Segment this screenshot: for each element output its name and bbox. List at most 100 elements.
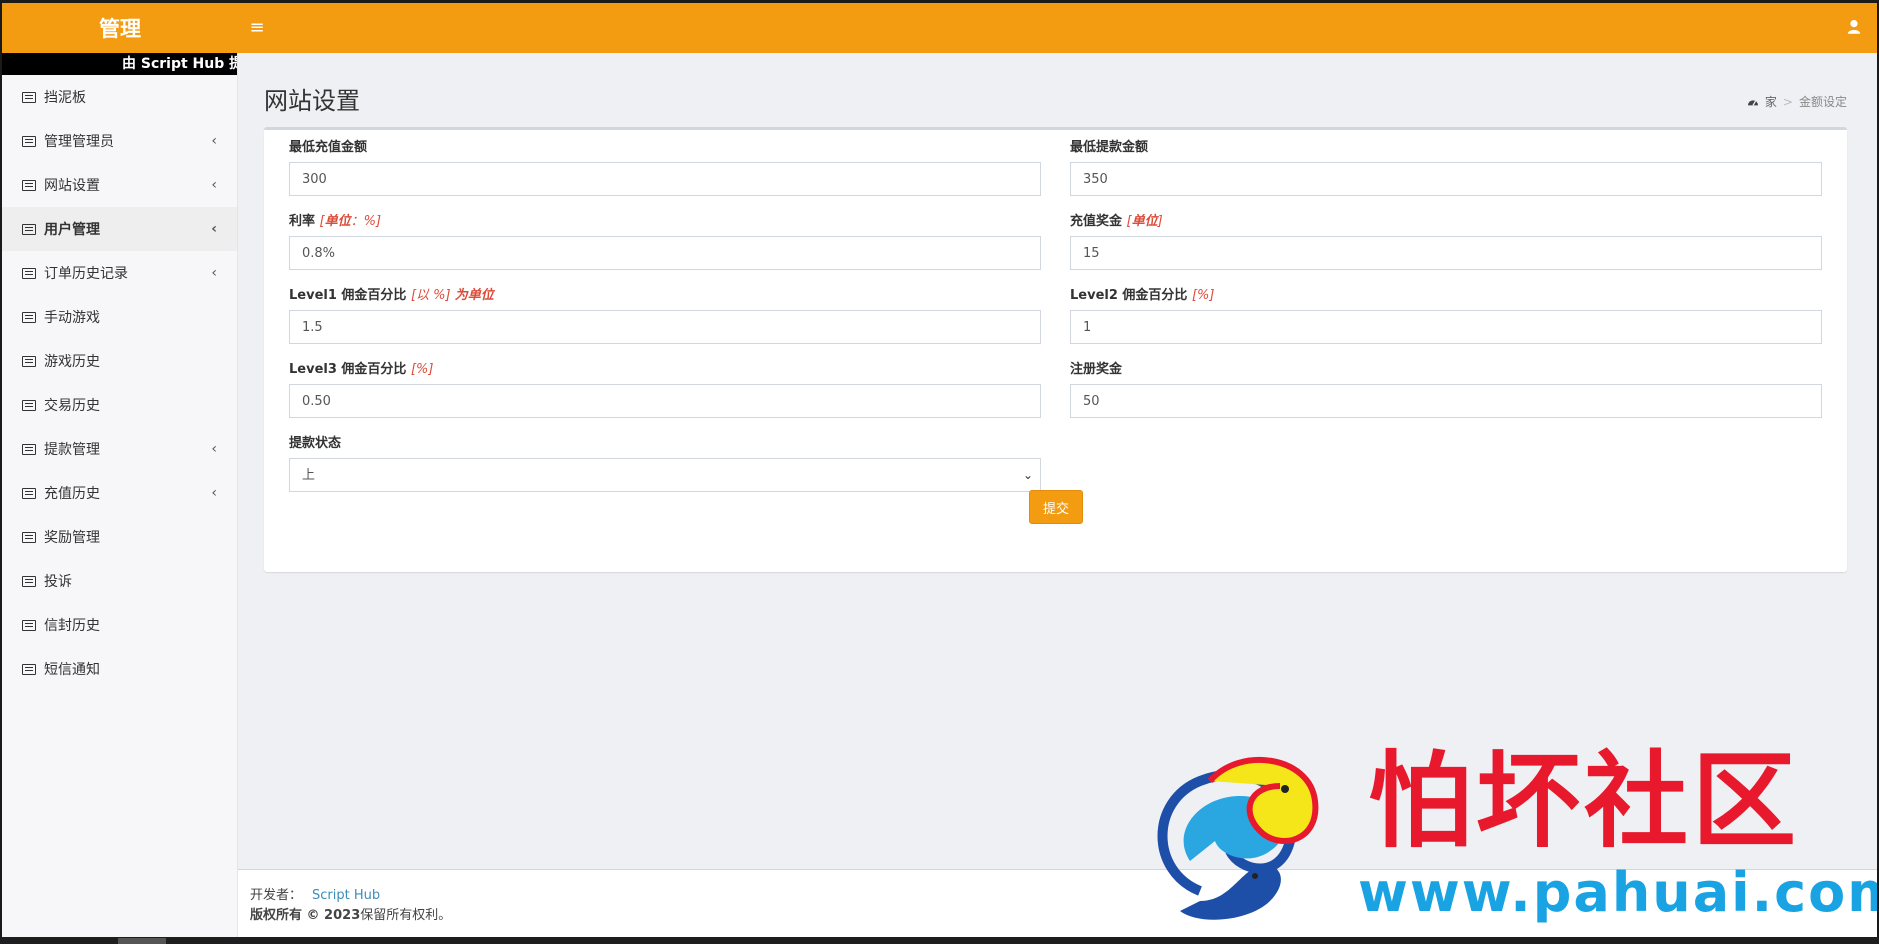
- level2-group: Level2 佣金百分比 [%]: [1070, 288, 1822, 344]
- sidebar: 由 Script Hub 提供支持 挡泥板 管理管理员 ‹ 网站设置 ‹ 用户管理 ‹…: [2, 53, 238, 937]
- list-icon: [22, 179, 36, 191]
- fish-logo-icon: [1157, 757, 1319, 920]
- sidebar-item-sms[interactable]: 短信通知: [2, 647, 237, 691]
- level3-input[interactable]: [289, 384, 1041, 418]
- list-icon: [22, 575, 36, 587]
- interest-label-wrap: 利率 [单位：%]: [289, 214, 1041, 230]
- brand-logo[interactable]: 管理: [2, 3, 238, 53]
- taskbar-tab[interactable]: [118, 938, 166, 944]
- sidebar-item-label: 投诉: [44, 574, 72, 590]
- sidebar-item-envelope-history[interactable]: 信封历史: [2, 603, 237, 647]
- recharge-bonus-unit: [单位]: [1127, 214, 1163, 229]
- level3-group: Level3 佣金百分比 [%]: [289, 362, 1041, 418]
- min-recharge-input[interactable]: [289, 162, 1041, 196]
- list-icon: [22, 91, 36, 103]
- sidebar-item-label: 提款管理: [44, 442, 100, 458]
- watermark-title: 怕坏社区: [1368, 739, 1801, 862]
- list-icon: [22, 135, 36, 147]
- sidebar-item-game-history[interactable]: 游戏历史: [2, 339, 237, 383]
- chevron-left-icon: ‹: [211, 485, 217, 501]
- level3-unit: [%]: [410, 362, 434, 377]
- chevron-left-icon: ‹: [211, 177, 217, 193]
- taskbar-strip: [0, 937, 1879, 944]
- min-recharge-label: 最低充值金额: [289, 140, 368, 155]
- breadcrumb-home[interactable]: 家: [1765, 93, 1777, 110]
- marquee-banner: 由 Script Hub 提供支持: [2, 53, 237, 75]
- withdraw-status-group: 提款状态 上 ⌄: [289, 436, 1041, 492]
- level1-label-wrap: Level1 佣金百分比 [以 %] 为单位: [289, 288, 1041, 304]
- list-icon: [22, 487, 36, 499]
- list-icon: [22, 311, 36, 323]
- register-bonus-group: 注册奖金: [1070, 362, 1822, 418]
- page-title: 网站设置: [264, 87, 360, 115]
- breadcrumb-current: 金额设定: [1798, 95, 1847, 109]
- register-bonus-input[interactable]: [1070, 384, 1822, 418]
- min-recharge-group: 最低充值金额: [289, 140, 1041, 196]
- sidebar-item-label: 信封历史: [44, 618, 100, 634]
- list-icon: [22, 619, 36, 631]
- copyright-bold: 版权所有 © 2023: [250, 908, 361, 923]
- sidebar-item-label: 手动游戏: [44, 310, 100, 326]
- unit-bold: 单位: [324, 214, 351, 229]
- unit-text: [以 %]: [410, 288, 451, 303]
- sidebar-item-manual-game[interactable]: 手动游戏: [2, 295, 237, 339]
- sidebar-item-transactions[interactable]: 交易历史: [2, 383, 237, 427]
- level1-label: Level1 佣金百分比: [289, 288, 407, 303]
- sidebar-menu: 挡泥板 管理管理员 ‹ 网站设置 ‹ 用户管理 ‹ 订单历史记录 ‹ 手动游戏 游戏历史…: [2, 75, 237, 691]
- sidebar-item-label: 网站设置: [44, 178, 100, 194]
- sidebar-item-label: 管理管理员: [44, 134, 114, 150]
- recharge-bonus-group: 充值奖金 [单位]: [1070, 214, 1822, 270]
- min-withdraw-label: 最低提款金额: [1070, 140, 1149, 155]
- level1-input[interactable]: [289, 310, 1041, 344]
- withdraw-status-wrap: 上 ⌄: [289, 458, 1041, 492]
- hamburger-icon[interactable]: ≡: [246, 17, 268, 39]
- settings-form: 最低充值金额 最低提款金额 利率 [单位：%] 充值奖金 [单位] Level1…: [264, 127, 1847, 572]
- sidebar-item-orders[interactable]: 订单历史记录 ‹: [2, 251, 237, 295]
- sidebar-item-users[interactable]: 用户管理 ‹: [2, 207, 237, 251]
- submit-button[interactable]: 提交: [1029, 490, 1083, 524]
- withdraw-status-label: 提款状态: [289, 436, 342, 451]
- sidebar-item-label: 用户管理: [44, 222, 100, 238]
- unit-bold: 单位: [1131, 214, 1158, 229]
- chevron-left-icon: ‹: [211, 221, 217, 237]
- list-icon: [22, 355, 36, 367]
- list-icon: [22, 223, 36, 235]
- sidebar-item-complaints[interactable]: 投诉: [2, 559, 237, 603]
- sidebar-item-recharge-history[interactable]: 充值历史 ‹: [2, 471, 237, 515]
- sidebar-item-label: 订单历史记录: [44, 266, 128, 282]
- sidebar-item-site-settings[interactable]: 网站设置 ‹: [2, 163, 237, 207]
- sidebar-item-withdrawals[interactable]: 提款管理 ‹: [2, 427, 237, 471]
- watermark: 怕坏社区 www.pahuai.com: [1140, 739, 1877, 931]
- sidebar-item-dashboard[interactable]: 挡泥板: [2, 75, 237, 119]
- user-icon[interactable]: [1845, 18, 1863, 36]
- level1-unit: [以 %] 为单位: [411, 288, 494, 303]
- sidebar-item-label: 挡泥板: [44, 90, 86, 106]
- dashboard-icon: [1747, 99, 1758, 106]
- breadcrumb-separator: >: [1782, 94, 1793, 109]
- sidebar-item-label: 交易历史: [44, 398, 100, 414]
- list-icon: [22, 443, 36, 455]
- unit-bold: 为单位: [454, 288, 494, 303]
- copyright-rest: 保留所有权利。: [360, 908, 452, 923]
- recharge-bonus-label-wrap: 充值奖金 [单位]: [1070, 214, 1822, 230]
- level2-label-wrap: Level2 佣金百分比 [%]: [1070, 288, 1822, 304]
- sidebar-item-label: 短信通知: [44, 662, 100, 678]
- interest-unit: [单位：%]: [320, 214, 382, 229]
- list-icon: [22, 399, 36, 411]
- min-withdraw-input[interactable]: [1070, 162, 1822, 196]
- watermark-url: www.pahuai.com: [1358, 861, 1877, 924]
- level3-label: Level3 佣金百分比: [289, 362, 407, 377]
- withdraw-status-select[interactable]: 上: [289, 458, 1041, 492]
- sidebar-item-label: 游戏历史: [44, 354, 100, 370]
- sidebar-item-admins[interactable]: 管理管理员 ‹: [2, 119, 237, 163]
- recharge-bonus-label: 充值奖金: [1070, 214, 1123, 229]
- level1-group: Level1 佣金百分比 [以 %] 为单位: [289, 288, 1041, 344]
- list-icon: [22, 531, 36, 543]
- interest-input[interactable]: [289, 236, 1041, 270]
- recharge-bonus-input[interactable]: [1070, 236, 1822, 270]
- level2-input[interactable]: [1070, 310, 1822, 344]
- chevron-left-icon: ‹: [211, 441, 217, 457]
- developer-link[interactable]: Script Hub: [312, 888, 380, 903]
- breadcrumb: 家 > 金额设定: [1747, 93, 1847, 110]
- sidebar-item-rewards[interactable]: 奖励管理: [2, 515, 237, 559]
